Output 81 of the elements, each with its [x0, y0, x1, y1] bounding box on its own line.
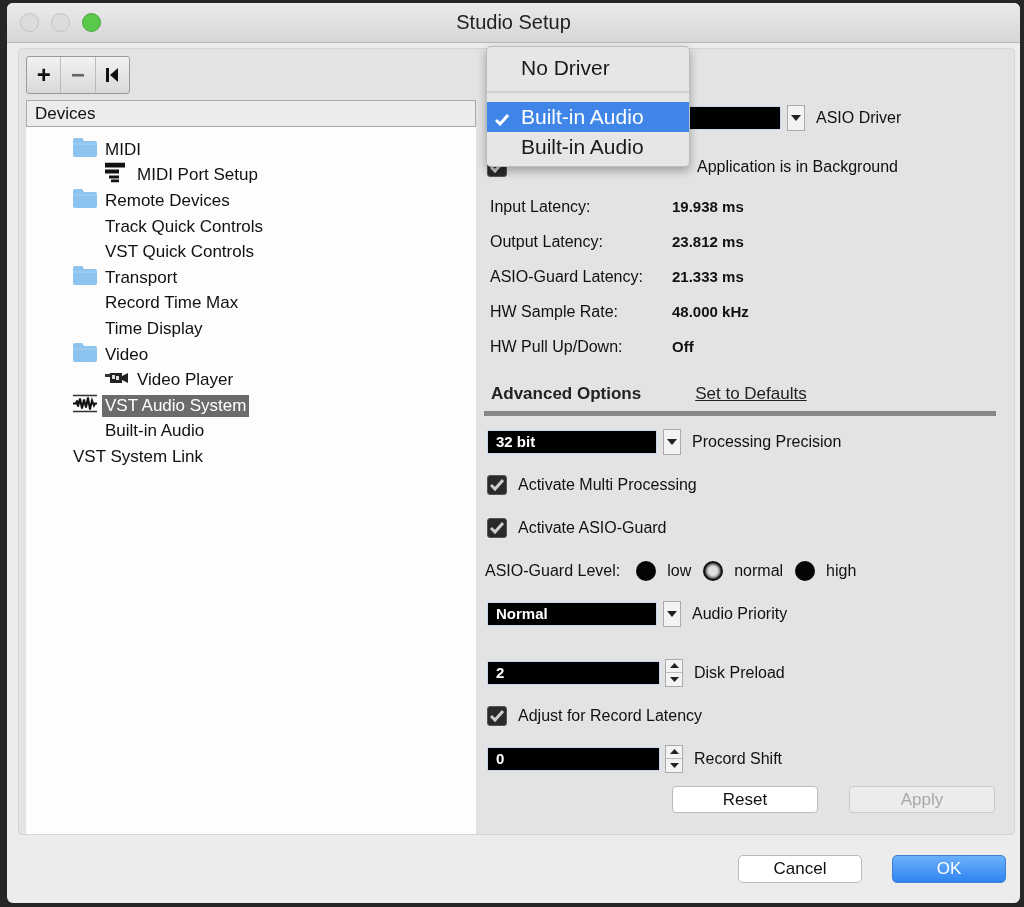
checkbox-label: Application is in Background	[697, 158, 898, 176]
info-value: 23.812 ms	[672, 233, 744, 250]
folder-icon	[73, 342, 97, 362]
checkbox-label: Adjust for Record Latency	[518, 706, 703, 725]
tree-item[interactable]: VST Audio System	[102, 394, 250, 417]
spinner-button[interactable]	[665, 658, 683, 687]
cancel-button[interactable]: Cancel	[738, 855, 862, 883]
menu-item[interactable]: No Driver	[487, 53, 689, 83]
info-label: HW Pull Up/Down:	[490, 337, 624, 356]
radio-label: normal	[734, 561, 784, 580]
tree-item[interactable]: Video	[102, 343, 152, 366]
tree-item[interactable]: MIDI	[102, 138, 144, 161]
spinner-button[interactable]	[665, 744, 683, 773]
bars-icon	[105, 162, 125, 183]
up-arrow-icon	[669, 749, 679, 755]
dropdown-button[interactable]	[663, 428, 681, 455]
remove-button[interactable]: −	[61, 57, 96, 93]
info-label: ASIO-Guard Latency:	[490, 267, 644, 286]
waveform-icon	[73, 393, 97, 414]
checkbox[interactable]	[487, 517, 507, 538]
defaults-link[interactable]: Set to Defaults	[695, 384, 807, 404]
checkbox[interactable]	[487, 705, 507, 726]
info-label: Output Latency:	[490, 232, 604, 251]
dropdown-button[interactable]	[663, 600, 681, 627]
radio-group-label: ASIO-Guard Level:	[485, 561, 621, 580]
number-field[interactable]: 0	[487, 746, 660, 771]
window-title: Studio Setup	[456, 11, 571, 33]
field-label: Audio Priority	[692, 604, 788, 623]
caret-icon	[667, 438, 677, 445]
skip-back-icon	[106, 68, 119, 82]
tree-item[interactable]: Built-in Audio	[102, 420, 208, 443]
camera-icon	[105, 371, 129, 386]
radio-button[interactable]	[703, 560, 724, 581]
folder-icon	[73, 265, 97, 285]
check-icon	[490, 478, 504, 491]
info-label: HW Sample Rate:	[490, 302, 620, 321]
down-arrow-icon	[669, 762, 679, 768]
info-value: 21.333 ms	[672, 268, 744, 285]
dropdown-button[interactable]	[787, 105, 805, 131]
number-field[interactable]: 2	[487, 660, 660, 685]
field-label: Disk Preload	[694, 663, 785, 682]
down-arrow-icon	[669, 676, 679, 682]
radio-label: high	[826, 561, 857, 580]
info-value: Off	[672, 338, 694, 355]
tree-item[interactable]: Record Time Max	[102, 292, 242, 315]
folder-icon	[73, 137, 97, 157]
checkbox[interactable]	[487, 474, 507, 495]
dropdown-field[interactable]: Normal	[487, 601, 657, 626]
check-icon	[495, 114, 509, 126]
tree-item[interactable]: VST System Link	[70, 445, 207, 468]
tree-item[interactable]: MIDI Port Setup	[134, 164, 261, 187]
tree-item[interactable]: Remote Devices	[102, 190, 233, 212]
tree-item[interactable]: Time Display	[102, 317, 206, 340]
up-arrow-icon	[669, 663, 679, 669]
tree-item[interactable]: Track Quick Controls	[102, 215, 267, 238]
tree-item[interactable]: Video Player	[134, 369, 237, 392]
field-label: Processing Precision	[692, 432, 842, 451]
folder-icon	[73, 189, 97, 208]
radio-label: low	[667, 561, 692, 580]
radio-button[interactable]	[636, 560, 657, 581]
check-icon	[490, 521, 504, 534]
info-value: 19.938 ms	[672, 198, 744, 215]
action-button[interactable]: Reset	[672, 786, 818, 813]
check-icon	[490, 709, 504, 722]
field-label: Record Shift	[694, 749, 783, 768]
radio-button[interactable]	[795, 560, 816, 581]
menu-item[interactable]: Built-in Audio	[487, 102, 689, 132]
caret-icon	[791, 115, 801, 121]
caret-icon	[667, 610, 677, 617]
column-header: Devices	[26, 100, 476, 127]
info-label: Input Latency:	[490, 197, 592, 216]
add-button[interactable]: +	[27, 57, 62, 93]
dropdown-field[interactable]: 32 bit	[487, 429, 657, 454]
info-value: 48.000 kHz	[672, 303, 749, 320]
checkbox-label: Activate Multi Processing	[518, 475, 697, 494]
menu-item[interactable]: Built-in Audio	[487, 132, 689, 162]
section-title: Advanced Options	[491, 384, 642, 404]
checkbox-label: Activate ASIO-Guard	[518, 518, 667, 537]
tree-item[interactable]: VST Quick Controls	[102, 241, 257, 264]
tree-item[interactable]: Transport	[102, 266, 181, 289]
field-label: ASIO Driver	[816, 109, 902, 127]
